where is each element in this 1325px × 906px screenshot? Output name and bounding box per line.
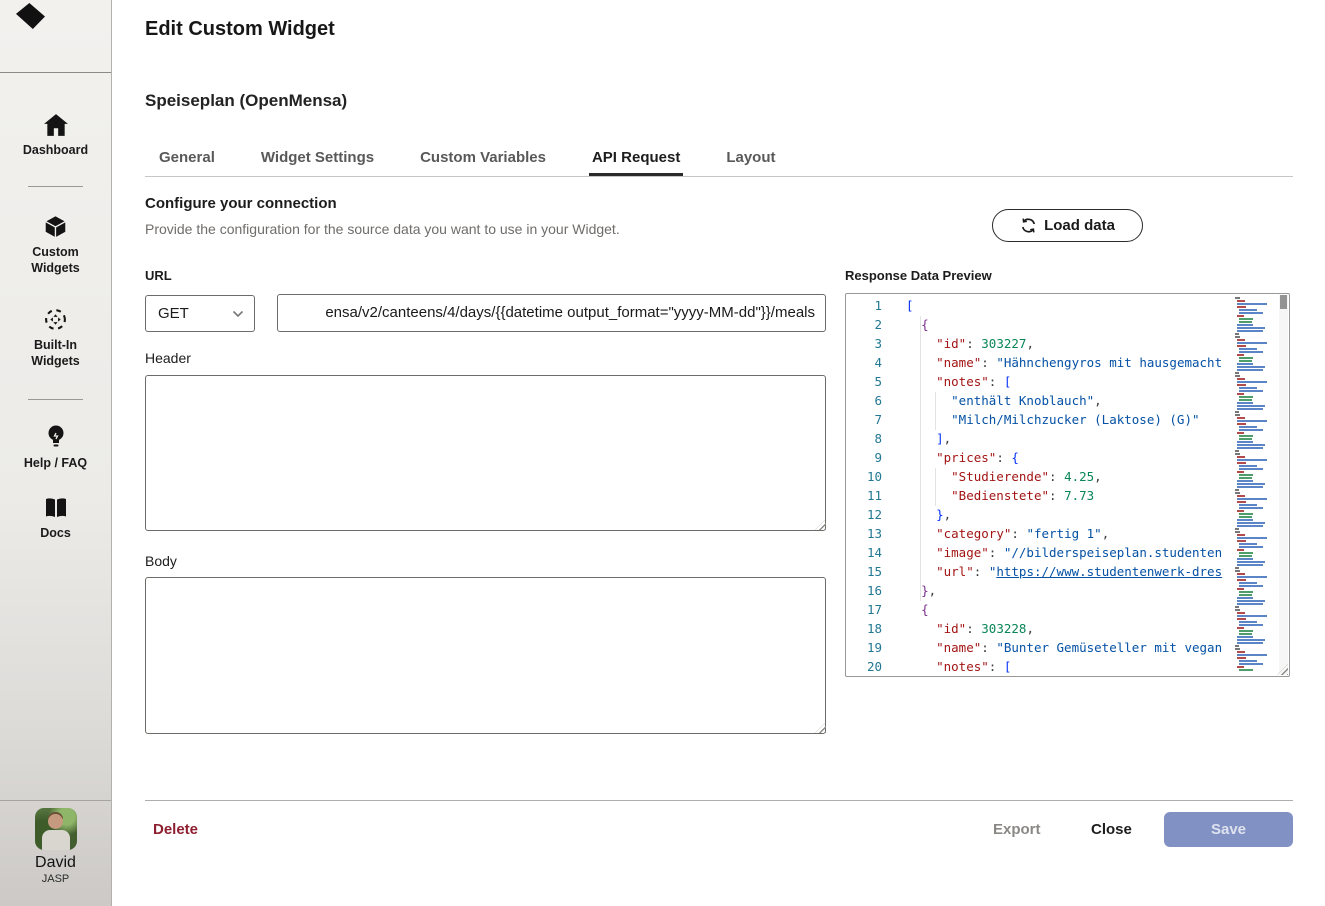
delete-button[interactable]: Delete xyxy=(153,821,198,838)
sidebar-top-divider xyxy=(0,72,111,73)
sidebar-item-label: Dashboard xyxy=(23,142,88,158)
avatar[interactable] xyxy=(35,808,77,850)
load-data-label: Load data xyxy=(1044,217,1115,234)
url-input[interactable]: ensa/v2/canteens/4/days/{{datetime outpu… xyxy=(277,294,826,332)
dashed-circle-move-icon xyxy=(43,307,68,332)
body-textarea[interactable] xyxy=(145,577,826,734)
cube-icon xyxy=(43,214,68,239)
save-label: Save xyxy=(1211,821,1246,838)
widget-name: Speiseplan (OpenMensa) xyxy=(145,91,347,111)
sidebar-item-label: Custom xyxy=(32,244,79,260)
footer-divider xyxy=(145,800,1293,801)
page-title: Edit Custom Widget xyxy=(145,18,335,41)
user-org: JASP xyxy=(42,873,70,885)
minimap[interactable] xyxy=(1231,297,1278,673)
chevron-down-icon xyxy=(232,310,244,318)
url-label: URL xyxy=(145,268,172,283)
tab-general[interactable]: General xyxy=(156,143,218,176)
load-data-button[interactable]: Load data xyxy=(992,209,1143,242)
tab-widget-settings[interactable]: Widget Settings xyxy=(258,143,377,176)
section-heading: Configure your connection xyxy=(145,195,337,212)
close-button[interactable]: Close xyxy=(1091,821,1132,838)
sidebar-item-builtin-widgets[interactable]: Built-In Widgets xyxy=(0,307,111,369)
response-preview-editor[interactable]: 1[2 {3 "id": 303227,4 "name": "Hähncheng… xyxy=(845,293,1290,677)
method-value: GET xyxy=(158,305,232,322)
avatar-detail xyxy=(42,830,70,850)
home-icon xyxy=(43,113,69,137)
response-preview-label: Response Data Preview xyxy=(845,268,992,283)
tab-custom-variables[interactable]: Custom Variables xyxy=(417,143,549,176)
editor-scrollbar[interactable] xyxy=(1279,295,1288,675)
sidebar-bottom-divider xyxy=(0,800,111,801)
sidebar-item-help-faq[interactable]: Help / FAQ xyxy=(0,424,111,471)
sidebar-item-label: Help / FAQ xyxy=(24,455,87,471)
code-lines: 1[2 {3 "id": 303227,4 "name": "Hähncheng… xyxy=(846,296,1289,676)
section-description: Provide the configuration for the source… xyxy=(145,221,620,237)
sidebar-item-dashboard[interactable]: Dashboard xyxy=(0,113,111,158)
sidebar-item-custom-widgets[interactable]: Custom Widgets xyxy=(0,214,111,276)
sidebar-item-label: Widgets xyxy=(31,260,80,276)
lightbulb-icon xyxy=(44,424,68,450)
editor-scrollbar-thumb[interactable] xyxy=(1280,295,1287,309)
app-logo-icon xyxy=(16,3,45,29)
tab-bar: General Widget Settings Custom Variables… xyxy=(145,143,779,176)
method-select[interactable]: GET xyxy=(145,295,255,332)
sidebar-divider xyxy=(28,186,83,187)
sidebar-item-docs[interactable]: Docs xyxy=(0,496,111,541)
export-button[interactable]: Export xyxy=(993,821,1041,838)
user-name: David xyxy=(35,854,76,872)
avatar-detail xyxy=(48,814,63,829)
body-label: Body xyxy=(145,553,177,569)
header-label: Header xyxy=(145,350,191,366)
tab-layout[interactable]: Layout xyxy=(723,143,778,176)
sidebar-divider xyxy=(28,399,83,400)
sidebar-item-label: Built-In xyxy=(34,337,77,353)
book-icon xyxy=(43,496,69,520)
tabs-divider xyxy=(145,176,1293,177)
sidebar-item-label: Docs xyxy=(40,525,71,541)
save-button[interactable]: Save xyxy=(1164,812,1293,847)
sidebar: Dashboard Custom Widgets Built-In Widget… xyxy=(0,0,112,906)
header-textarea[interactable] xyxy=(145,375,826,531)
sidebar-item-label: Widgets xyxy=(31,353,80,369)
user-profile[interactable]: David JASP xyxy=(0,808,111,885)
tab-api-request[interactable]: API Request xyxy=(589,143,683,176)
refresh-icon xyxy=(1020,217,1037,234)
